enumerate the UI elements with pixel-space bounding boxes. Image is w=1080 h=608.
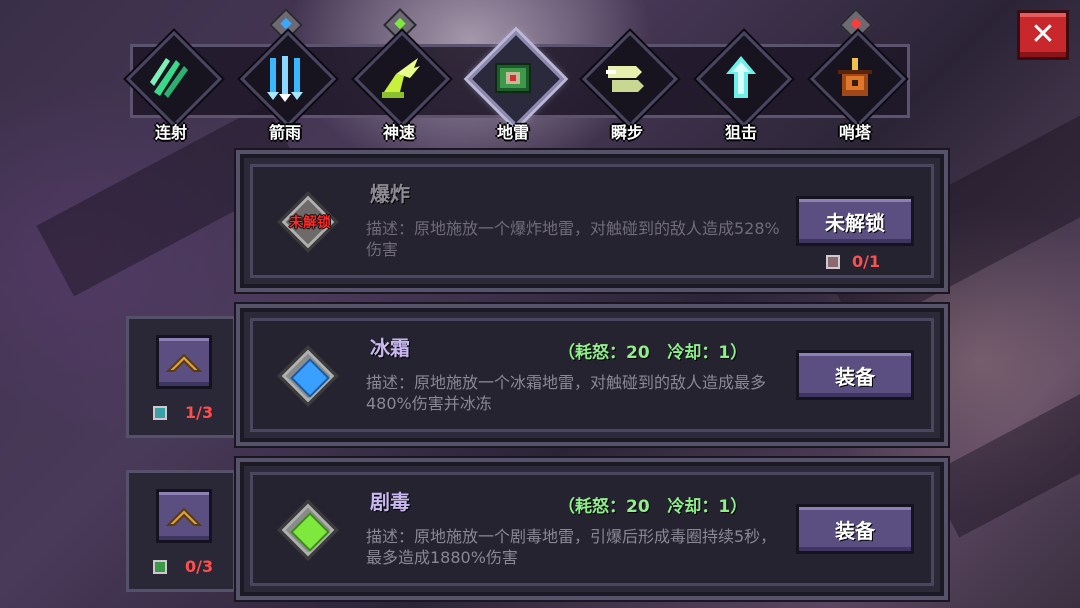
- level-counter: 1/3: [153, 403, 213, 422]
- multishot-icon: [141, 47, 201, 107]
- upgrade-button[interactable]: [156, 335, 212, 389]
- upgrade-button[interactable]: [156, 489, 212, 543]
- material-icon: [153, 405, 167, 420]
- chevron-up-icon: [165, 507, 203, 526]
- skill-name: 爆炸: [370, 182, 410, 206]
- unlock-progress: 0/1: [826, 252, 880, 271]
- unlock-button[interactable]: 未解锁: [796, 196, 914, 246]
- tab-label: 箭雨: [268, 123, 301, 142]
- wing-boot-icon: [369, 47, 429, 107]
- level-text: 0/3: [185, 557, 214, 576]
- chevron-up-icon: [165, 353, 203, 372]
- upgrade-panel-poison: 0/3: [126, 470, 236, 592]
- landmine-icon: [483, 47, 543, 107]
- frost-gem-icon: [277, 345, 339, 407]
- progress-text: 0/1: [852, 252, 881, 271]
- tab-label: 狙击: [724, 123, 757, 142]
- poison-gem-icon: [277, 499, 339, 561]
- level-text: 1/3: [185, 403, 214, 422]
- skill-description: 描述：原地施放一个爆炸地雷，对触碰到的敌人造成528%伤害: [366, 219, 780, 259]
- sniper-arrow-icon: [711, 47, 771, 107]
- tab-swift[interactable]: 神速: [353, 8, 454, 145]
- skill-description: 描述：原地施放一个剧毒地雷，引爆后形成毒圈持续5秒，最多造成1880%伤害: [366, 527, 777, 567]
- tab-blink[interactable]: 瞬步: [581, 30, 682, 145]
- skill-name: 剧毒: [370, 490, 410, 514]
- close-button[interactable]: ✕: [1017, 10, 1069, 60]
- tab-label: 连射: [154, 123, 187, 142]
- tab-snipe[interactable]: 狙击: [695, 30, 796, 145]
- turret-icon: [825, 47, 885, 107]
- equip-button[interactable]: 装备: [796, 350, 914, 400]
- dash-icon: [597, 47, 657, 107]
- skill-stats: （耗怒：20 冷却：1）: [558, 497, 748, 517]
- material-icon: [826, 254, 840, 269]
- skill-card-poison: 剧毒 （耗怒：20 冷却：1） 描述：原地施放一个剧毒地雷，引爆后形成毒圈持续5…: [236, 458, 948, 600]
- tab-landmine[interactable]: 地雷: [467, 30, 568, 145]
- equip-button[interactable]: 装备: [796, 504, 914, 554]
- skill-stats: （耗怒：20 冷却：1）: [558, 343, 748, 363]
- close-icon: ✕: [1030, 17, 1056, 52]
- tab-label: 哨塔: [838, 123, 871, 142]
- level-counter: 0/3: [153, 557, 213, 576]
- tab-label: 地雷: [496, 123, 529, 142]
- tab-arrow-rain[interactable]: 箭雨: [239, 8, 340, 145]
- upgrade-panel-frost: 1/3: [126, 316, 236, 438]
- material-icon: [153, 559, 167, 574]
- skill-name: 冰霜: [370, 336, 410, 360]
- locked-badge: 未解锁: [289, 215, 331, 231]
- skill-card-explosion: 未解锁 爆炸 描述：原地施放一个爆炸地雷，对触碰到的敌人造成528%伤害 未解锁…: [236, 150, 948, 292]
- skill-description: 描述：原地施放一个冰霜地雷，对触碰到的敌人造成最多480%伤害并冰冻: [366, 373, 767, 413]
- arrow-rain-icon: [255, 47, 315, 107]
- tab-label: 瞬步: [610, 123, 643, 142]
- tab-multishot[interactable]: 连射: [125, 30, 226, 145]
- tab-label: 神速: [382, 123, 415, 142]
- skill-card-frost: 冰霜 （耗怒：20 冷却：1） 描述：原地施放一个冰霜地雷，对触碰到的敌人造成最…: [236, 304, 948, 446]
- tab-turret[interactable]: 哨塔: [809, 8, 910, 145]
